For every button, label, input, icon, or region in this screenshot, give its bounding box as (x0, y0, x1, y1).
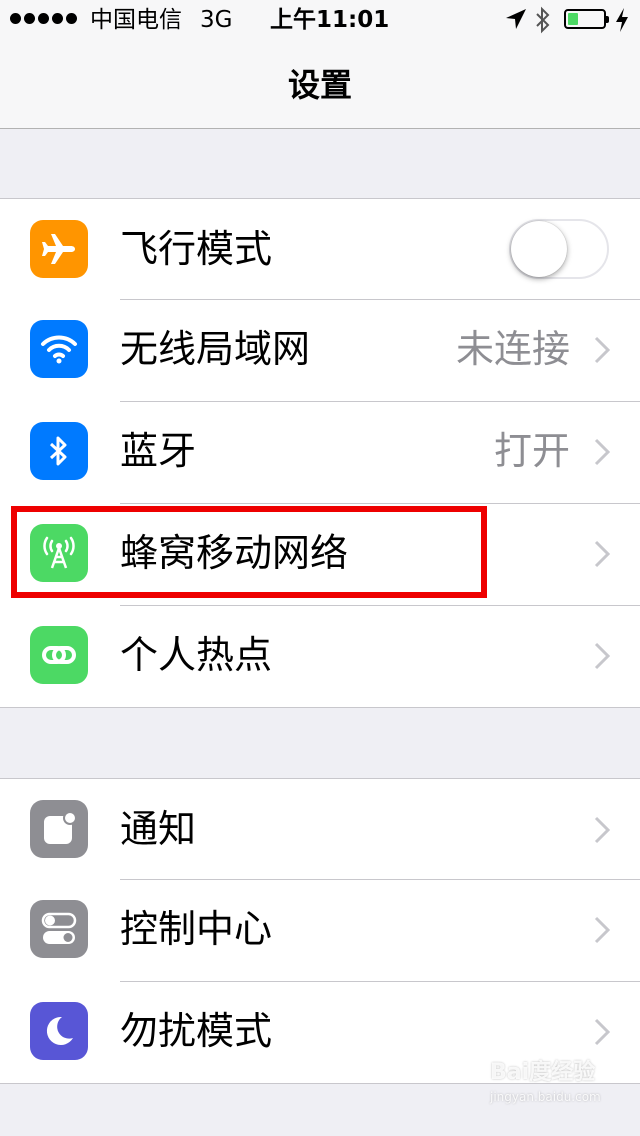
settings-row-airplane-mode[interactable]: 飞行模式 (0, 199, 640, 299)
carrier-name: 中国电信 (90, 7, 182, 33)
connectivity-group: 飞行模式 无线局域网 未连接 蓝牙 打开 蜂窝移动网络 个人热点 (0, 198, 640, 708)
settings-row-label: 勿扰模式 (120, 1009, 273, 1053)
top-bar: 中国电信 3G 上午11:01 设置 (0, 0, 640, 129)
settings-row-label: 个人热点 (120, 633, 273, 677)
settings-row-bluetooth[interactable]: 蓝牙 打开 (0, 401, 640, 503)
moon-icon (30, 1002, 88, 1060)
network-type: 3G (200, 7, 233, 33)
watermark-main: Bai度经验 (490, 1060, 596, 1085)
bluetooth-status-icon (536, 6, 550, 34)
chevron-right-icon (594, 916, 610, 944)
chevron-right-icon (594, 816, 610, 844)
notifications-icon (30, 800, 88, 858)
bluetooth-icon (30, 422, 88, 480)
battery-icon (564, 9, 609, 29)
signal-strength-icon (10, 13, 77, 24)
settings-row-label: 通知 (120, 807, 197, 851)
bluetooth-status-value: 打开 (493, 429, 570, 473)
status-time: 上午11:01 (270, 7, 390, 33)
settings-row-label: 蜂窝移动网络 (120, 531, 349, 575)
settings-row-label: 飞行模式 (120, 227, 273, 271)
status-bar: 中国电信 3G 上午11:01 (0, 0, 640, 40)
control-center-icon (30, 900, 88, 958)
settings-row-control-center[interactable]: 控制中心 (0, 879, 640, 981)
settings-row-label: 无线局域网 (120, 327, 311, 371)
settings-row-notifications[interactable]: 通知 (0, 779, 640, 879)
charging-bolt-icon (616, 8, 628, 32)
airplane-mode-toggle[interactable] (509, 219, 609, 279)
system-group: 通知 控制中心 勿扰模式 (0, 778, 640, 1084)
chevron-right-icon (594, 642, 610, 670)
chevron-right-icon (594, 438, 610, 466)
chevron-right-icon (594, 1018, 610, 1046)
wifi-icon (30, 320, 88, 378)
chevron-right-icon (594, 540, 610, 568)
battery-fill (568, 13, 578, 25)
settings-row-label: 控制中心 (120, 907, 273, 951)
settings-row-personal-hotspot[interactable]: 个人热点 (0, 605, 640, 707)
watermark-sub: jingyan.baidu.com (490, 1090, 601, 1104)
location-arrow-icon (506, 9, 526, 29)
settings-row-cellular[interactable]: 蜂窝移动网络 (0, 503, 640, 605)
settings-row-label: 蓝牙 (120, 429, 197, 473)
settings-row-wifi[interactable]: 无线局域网 未连接 (0, 299, 640, 401)
airplane-icon (30, 220, 88, 278)
page-title: 设置 (287, 66, 352, 104)
hotspot-icon (30, 626, 88, 684)
baidu-watermark: Bai度经验 jingyan.baidu.com (490, 1046, 620, 1116)
cellular-icon (30, 524, 88, 582)
toggle-knob (511, 221, 567, 277)
chevron-right-icon (594, 336, 610, 364)
wifi-status-value: 未连接 (455, 327, 570, 371)
